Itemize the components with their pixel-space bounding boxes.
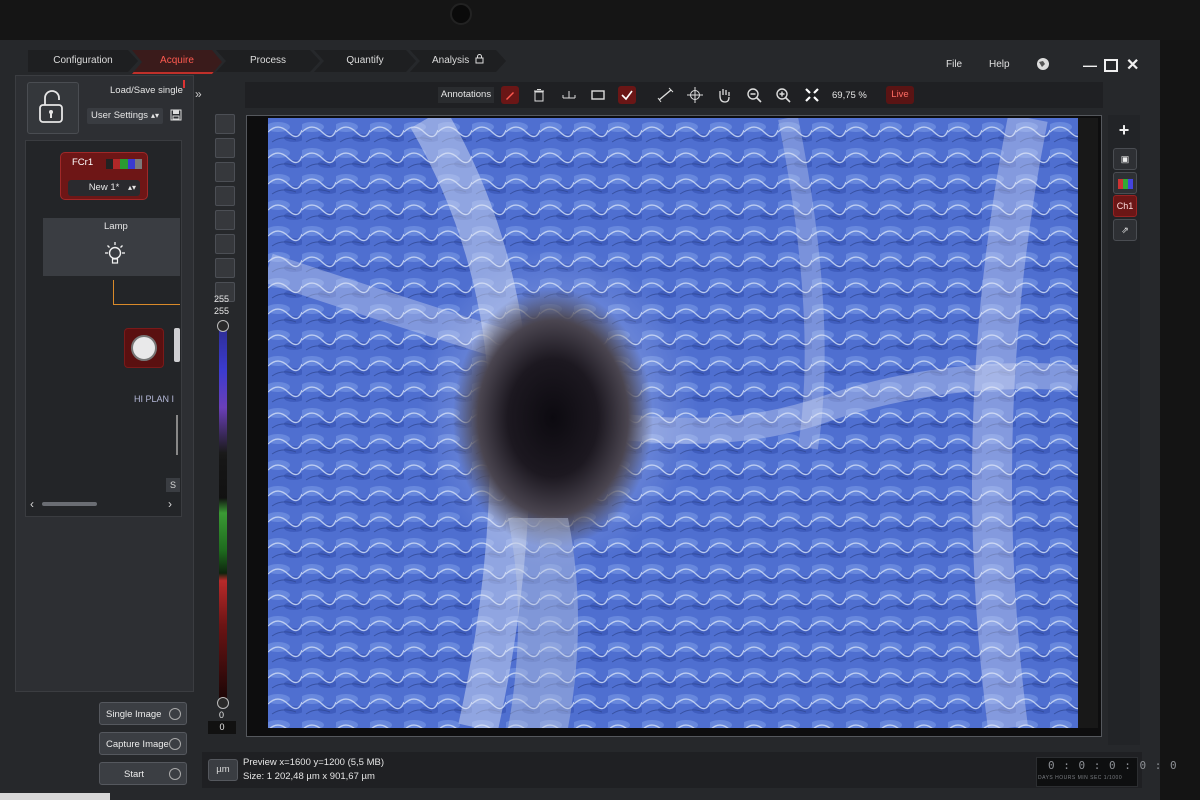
capture-image-button[interactable]: Capture Image bbox=[99, 732, 187, 755]
monitor-bezel-right bbox=[1160, 40, 1200, 800]
collapse-icon[interactable]: » bbox=[195, 87, 202, 101]
crosshair-icon[interactable] bbox=[686, 86, 704, 104]
tab-analysis-label: Analysis bbox=[431, 55, 470, 66]
lut-max-value: 255 bbox=[214, 294, 230, 304]
close-button[interactable]: ✕ bbox=[1126, 55, 1139, 75]
annotations-button[interactable]: Annotations bbox=[438, 87, 494, 103]
rgb-channels-icon bbox=[106, 159, 143, 169]
spinner-icon: ▴▾ bbox=[150, 111, 159, 120]
unlock-icon bbox=[39, 90, 63, 123]
scroll-left-icon[interactable]: ‹ bbox=[30, 497, 34, 511]
light-path-line bbox=[113, 280, 114, 304]
channel-button[interactable]: Ch1 bbox=[1113, 195, 1137, 217]
zoom-out-icon[interactable] bbox=[745, 86, 763, 104]
start-button[interactable]: Start bbox=[99, 762, 187, 785]
rectangle-icon[interactable] bbox=[589, 86, 607, 104]
radio-icon bbox=[169, 708, 181, 720]
filter-icon bbox=[174, 328, 180, 362]
workflow-tabs: Configuration Acquire Process Quantify A… bbox=[28, 50, 500, 72]
histogram-icon[interactable] bbox=[215, 186, 235, 206]
lock-button[interactable] bbox=[27, 82, 79, 134]
microscope-image[interactable] bbox=[268, 118, 1078, 728]
layout-grid-icon[interactable]: ▣ bbox=[1113, 148, 1137, 170]
maximize-button[interactable] bbox=[1104, 59, 1118, 72]
light-path-line bbox=[113, 304, 180, 305]
config-select[interactable]: New 1* ▴▾ bbox=[68, 180, 140, 196]
fit-to-window-icon[interactable] bbox=[803, 86, 821, 104]
unit-button[interactable]: µm bbox=[208, 759, 238, 781]
rgb-channels-icon[interactable] bbox=[1113, 172, 1137, 194]
menu-help[interactable]: Help bbox=[989, 59, 1010, 70]
scale-bar-icon[interactable] bbox=[560, 86, 578, 104]
single-image-button[interactable]: Single Image bbox=[99, 702, 187, 725]
histogram-max-icon[interactable] bbox=[215, 138, 235, 158]
lut-max-value-2: 255 bbox=[214, 306, 230, 316]
tab-configuration[interactable]: Configuration bbox=[28, 50, 138, 72]
export-icon[interactable]: ⇗ bbox=[1113, 219, 1137, 241]
live-button[interactable]: Live bbox=[886, 86, 914, 104]
lut-min-field[interactable]: 0 bbox=[208, 721, 236, 734]
objective-label[interactable]: HI PLAN I bbox=[134, 394, 174, 404]
measure-icon[interactable] bbox=[656, 86, 674, 104]
scroll-right-icon[interactable]: › bbox=[168, 497, 172, 511]
size-info: Size: 1 202,48 µm x 901,67 µm bbox=[243, 771, 375, 782]
display-tools-strip bbox=[213, 112, 235, 302]
tab-analysis[interactable]: Analysis bbox=[410, 50, 506, 72]
tab-process[interactable]: Process bbox=[216, 50, 320, 72]
trash-icon[interactable] bbox=[530, 86, 548, 104]
user-settings-dropdown[interactable]: User Settings ▴▾ bbox=[87, 108, 163, 124]
add-icon[interactable]: + bbox=[1113, 120, 1135, 140]
spinner-icon: ▴▾ bbox=[127, 183, 136, 192]
fcr-label: FCr1 bbox=[72, 157, 94, 168]
viewer-margin bbox=[1078, 118, 1098, 728]
horizontal-scrollbar[interactable] bbox=[42, 502, 97, 506]
minimize-button[interactable]: — bbox=[1083, 57, 1097, 73]
export-icon[interactable] bbox=[215, 114, 235, 134]
timer-units: DAYS HOURS MIN SEC 1/1000 bbox=[1038, 775, 1123, 781]
start-label: Start bbox=[124, 769, 145, 780]
text-icon[interactable] bbox=[215, 210, 235, 230]
capture-image-label: Capture Image bbox=[106, 739, 169, 750]
copy-icon[interactable] bbox=[215, 258, 235, 278]
lut-max-handle[interactable] bbox=[217, 320, 229, 332]
zoom-level: 69,75 % bbox=[832, 90, 867, 101]
lut-color-bar bbox=[219, 325, 227, 701]
lamp-label: Lamp bbox=[104, 221, 128, 232]
single-image-label: Single Image bbox=[106, 709, 162, 720]
lock-icon bbox=[475, 54, 484, 64]
lut-min-value: 0 bbox=[219, 710, 225, 720]
load-save-indicator bbox=[183, 80, 185, 88]
user-settings-label: User Settings bbox=[91, 110, 149, 121]
histogram-icon[interactable] bbox=[215, 162, 235, 182]
check-icon[interactable] bbox=[618, 86, 636, 104]
hand-icon[interactable] bbox=[715, 86, 733, 104]
pen-icon[interactable] bbox=[501, 86, 519, 104]
shutter-icon bbox=[131, 335, 157, 361]
save-icon[interactable] bbox=[170, 109, 182, 121]
webcam-icon bbox=[450, 3, 472, 25]
divider bbox=[176, 415, 178, 455]
radio-icon bbox=[169, 738, 181, 750]
image-toolbar bbox=[245, 82, 1103, 108]
load-save-label: Load/Save single bbox=[110, 85, 183, 96]
s-button[interactable]: S bbox=[166, 478, 180, 492]
timer-value: 0 : 0 : 0 : 0 : 0 bbox=[1048, 759, 1178, 772]
tab-acquire[interactable]: Acquire bbox=[132, 50, 222, 74]
monitor-bezel bbox=[0, 0, 1200, 40]
radio-icon bbox=[169, 768, 181, 780]
menu-file[interactable]: File bbox=[946, 59, 962, 70]
taskbar-strip bbox=[0, 793, 110, 800]
zoom-in-icon[interactable] bbox=[774, 86, 792, 104]
config-select-value: New 1* bbox=[88, 182, 120, 193]
globe-icon[interactable] bbox=[1036, 57, 1050, 71]
preview-info: Preview x=1600 y=1200 (5,5 MB) bbox=[243, 757, 384, 768]
lightbulb-icon bbox=[105, 242, 125, 264]
gamma-icon[interactable] bbox=[215, 234, 235, 254]
lut-min-handle[interactable] bbox=[217, 697, 229, 709]
tab-quantify[interactable]: Quantify bbox=[314, 50, 416, 72]
